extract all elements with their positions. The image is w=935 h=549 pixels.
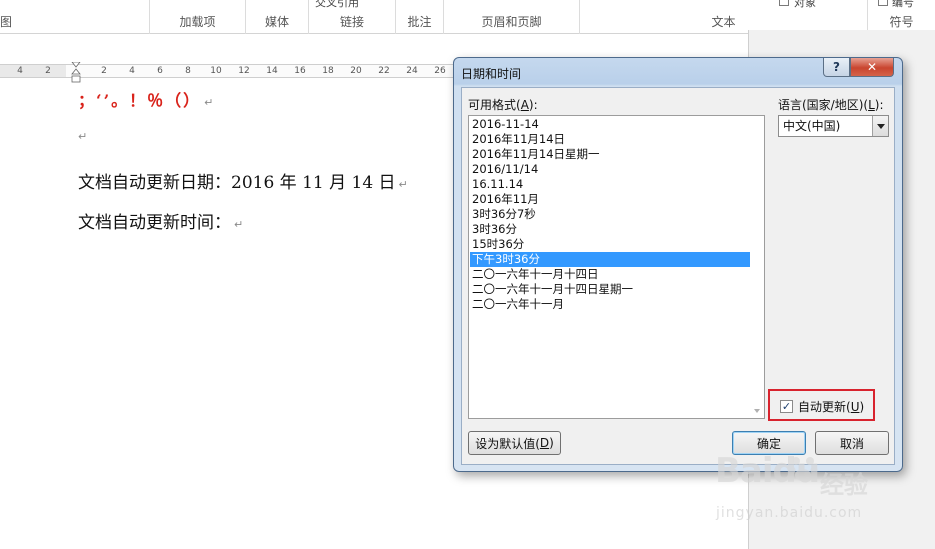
ribbon-group-header-footer: 页眉和页脚: [444, 0, 580, 34]
list-item[interactable]: 15时36分: [470, 237, 752, 252]
time-line-text: 文档自动更新时间：: [78, 213, 231, 233]
ribbon-group-label: 图: [0, 15, 13, 29]
ribbon-group-media: 媒体: [246, 0, 309, 34]
formats-list[interactable]: 2016-11-14 2016年11月14日 2016年11月14日星期一 20…: [468, 115, 765, 419]
time-line: 文档自动更新时间： ↵: [78, 208, 243, 233]
ribbon-group-links: 交叉引用 链接: [309, 0, 396, 34]
watermark-url: jingyan.baidu.com: [716, 505, 863, 521]
ruler-tick: 4: [129, 66, 135, 76]
list-item[interactable]: 2016年11月14日星期一: [470, 147, 752, 162]
dialog-body: 可用格式(A): 2016-11-14 2016年11月14日 2016年11月…: [461, 87, 895, 465]
ruler-tick: 18: [322, 66, 334, 76]
list-item[interactable]: 16.11.14: [470, 177, 752, 192]
list-item-selected[interactable]: 下午3时36分: [470, 252, 752, 267]
list-item[interactable]: 2016/11/14: [470, 162, 752, 177]
close-icon: ✕: [866, 60, 878, 74]
ruler-tick: 20: [350, 66, 362, 76]
formats-label-tail: ):: [528, 98, 538, 112]
auto-update-label-text: 自动更新(: [798, 400, 851, 414]
horizontal-ruler[interactable]: 4 2 2 4 6 8 10 12 14 16 18 20 22 24 26: [0, 64, 456, 78]
indent-marker-icon[interactable]: [71, 62, 81, 86]
list-item[interactable]: 2016年11月: [470, 192, 752, 207]
list-item[interactable]: 3时36分: [470, 222, 752, 237]
ruler-tick: 16: [294, 66, 306, 76]
ruler-text-area: [66, 65, 456, 77]
symbols-line: ；‘’。！％（） ↵: [78, 87, 215, 111]
chevron-down-icon[interactable]: [872, 116, 888, 136]
date-line: 文档自动更新日期：2016 年 11 月 14 日 ↵: [78, 168, 408, 193]
empty-paragraph: ↵: [78, 129, 87, 143]
ribbon-group-label: 媒体: [264, 15, 289, 29]
list-item[interactable]: 2016年11月14日: [470, 132, 752, 147]
ribbon-group-label: 文本: [711, 15, 736, 29]
list-item[interactable]: 二〇一六年十一月: [470, 297, 752, 312]
list-item[interactable]: 二〇一六年十一月十四日星期一: [470, 282, 752, 297]
numbering-icon[interactable]: [878, 0, 888, 6]
paragraph-mark-icon: ↵: [78, 130, 88, 143]
ruler-tick: 4: [17, 66, 23, 76]
set-default-access-key: D: [539, 436, 550, 450]
ribbon-group-text: 对象 文本: [580, 0, 868, 34]
ribbon-group-label: 页眉和页脚: [481, 15, 542, 29]
symbols-text: ；‘’。！％（）: [78, 91, 202, 110]
set-default-label: 设为默认值(: [475, 436, 540, 451]
scroll-down-icon[interactable]: [754, 409, 760, 413]
auto-update-label[interactable]: 自动更新(U): [798, 398, 864, 415]
formats-access-key: A: [520, 98, 529, 112]
cross-reference-button[interactable]: 交叉引用: [315, 0, 359, 10]
auto-update-label-tail: ): [859, 400, 865, 414]
watermark-cn: 经验: [820, 471, 868, 499]
close-button[interactable]: ✕: [850, 58, 894, 77]
help-button[interactable]: ?: [823, 58, 850, 77]
language-value: 中文(中国): [783, 119, 841, 133]
ribbon-group-illustrations: 图: [0, 0, 150, 34]
set-default-label-tail: ): [549, 436, 554, 450]
ruler-tick: 26: [434, 66, 446, 76]
language-label-text: 语言(国家/地区)(: [778, 98, 869, 112]
ruler-tick: 2: [45, 66, 51, 76]
ribbon-group-label: 符号: [889, 15, 914, 29]
ruler-tick: 22: [378, 66, 390, 76]
baidu-watermark: Baidu 经验 jingyan.baidu.com: [712, 445, 922, 535]
list-item[interactable]: 3时36分7秒: [470, 207, 752, 222]
ribbon-group-addins: 加载项: [150, 0, 246, 34]
paragraph-mark-icon: ↵: [398, 178, 408, 191]
ribbon-group-label: 链接: [339, 15, 364, 29]
watermark-brand: Baidu: [715, 451, 820, 491]
date-time-dialog: 日期和时间 ? ✕ 可用格式(A): 2016-11-14 2016年11月14…: [453, 57, 903, 472]
paragraph-mark-icon: ↵: [204, 96, 216, 109]
ribbon-group-label: 加载项: [179, 15, 216, 29]
ribbon-group-symbols: 编号 符号: [868, 0, 935, 34]
paragraph-mark-icon: ↵: [234, 218, 244, 231]
ruler-tick: 14: [266, 66, 278, 76]
list-item[interactable]: 二〇一六年十一月十四日: [470, 267, 752, 282]
language-label-tail: ):: [874, 98, 884, 112]
date-line-text: 文档自动更新日期：2016 年 11 月 14 日: [78, 173, 396, 193]
ribbon-group-label: 批注: [407, 15, 432, 29]
ruler-tick: 2: [101, 66, 107, 76]
ribbon-group-comments: 批注: [396, 0, 444, 34]
list-item[interactable]: 2016-11-14: [470, 117, 752, 132]
language-label: 语言(国家/地区)(L):: [778, 96, 884, 113]
dialog-title: 日期和时间: [461, 67, 522, 81]
list-scrollbar[interactable]: [750, 116, 764, 418]
ruler-tick: 24: [406, 66, 418, 76]
object-icon[interactable]: [779, 0, 789, 6]
set-default-button[interactable]: 设为默认值(D): [468, 431, 561, 455]
ruler-tick: 6: [157, 66, 163, 76]
ribbon: 图 加载项 媒体 交叉引用 链接 批注 页眉和页脚 对象 文本 编号 符号: [0, 0, 935, 34]
formats-label-text: 可用格式(: [468, 98, 521, 112]
auto-update-checkbox[interactable]: ✓: [780, 400, 793, 413]
object-button[interactable]: 对象: [794, 0, 816, 10]
ruler-tick: 10: [210, 66, 222, 76]
ruler-tick: 8: [185, 66, 191, 76]
formats-label: 可用格式(A):: [468, 96, 538, 113]
auto-update-highlight: ✓ 自动更新(U): [768, 389, 875, 421]
language-select[interactable]: 中文(中国): [778, 115, 889, 137]
numbering-button[interactable]: 编号: [892, 0, 914, 10]
ruler-tick: 12: [238, 66, 250, 76]
language-access-key: L: [868, 98, 875, 112]
